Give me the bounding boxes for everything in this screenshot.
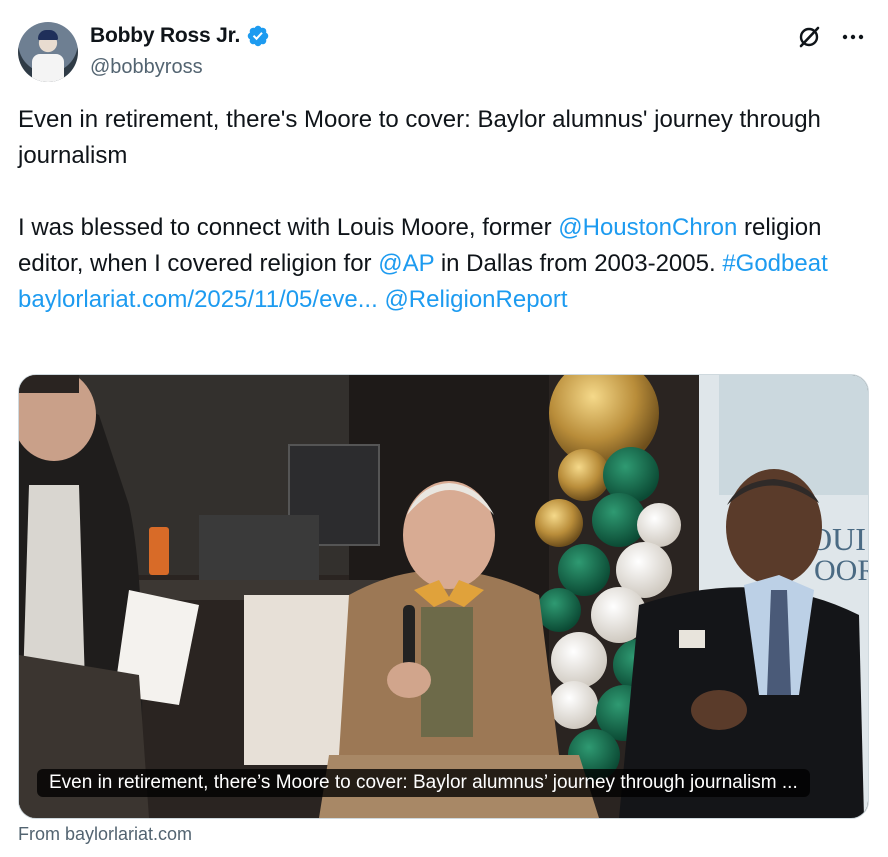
mention-ap-link[interactable]: @AP	[378, 250, 434, 277]
avatar-cap	[38, 30, 58, 40]
tweet-top-actions	[796, 24, 866, 50]
hashtag-godbeat-link[interactable]: #Godbeat	[722, 250, 827, 277]
more-icon[interactable]	[840, 24, 866, 50]
card-source[interactable]: From baylorlariat.com	[18, 824, 192, 845]
grok-icon[interactable]	[796, 24, 822, 50]
tweet-text: Even in retirement, there's Moore to cov…	[18, 102, 838, 318]
verified-badge-icon	[247, 25, 269, 47]
author-name-row: Bobby Ross Jr.	[90, 24, 270, 48]
article-url-link[interactable]: baylorlariat.com/2025/11/05/eve...	[18, 286, 378, 313]
tweet-text-segment: in Dallas from 2003-2005.	[434, 250, 723, 277]
avatar[interactable]	[18, 22, 78, 82]
tweet-paragraph-1: Even in retirement, there's Moore to cov…	[18, 106, 821, 169]
avatar-jersey	[32, 54, 64, 82]
display-name[interactable]: Bobby Ross Jr.	[90, 24, 240, 48]
author-handle[interactable]: @bobbyross	[90, 56, 203, 79]
tweet-text-segment: I was blessed to connect with Louis Moor…	[18, 214, 559, 241]
mention-houstonchron-link[interactable]: @HoustonChron	[558, 214, 737, 241]
tweet-paragraph-2: I was blessed to connect with Louis Moor…	[18, 210, 838, 318]
sign-text-2: OOR	[814, 554, 868, 587]
link-preview-card[interactable]: OUIS OOR	[18, 374, 869, 819]
mention-religionreport-link[interactable]: @ReligionReport	[384, 286, 567, 313]
card-photo: OUIS OOR	[19, 375, 868, 818]
card-caption: Even in retirement, there’s Moore to cov…	[37, 769, 810, 797]
